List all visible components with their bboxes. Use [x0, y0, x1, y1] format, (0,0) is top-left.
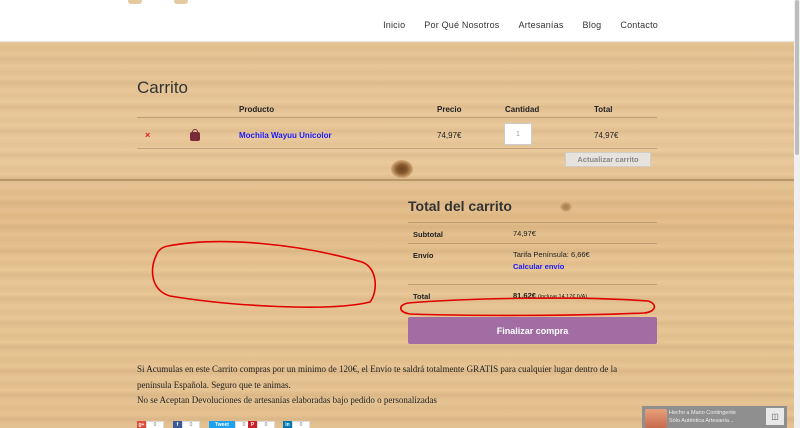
- page-title: Carrito: [137, 78, 189, 97]
- header-product: Producto: [239, 105, 275, 114]
- header-quantity: Cantidad: [505, 105, 540, 114]
- share-twitter[interactable]: Tweet 0: [209, 421, 253, 428]
- nav-por-que-nosotros[interactable]: Por Qué Nosotros: [424, 20, 499, 30]
- header-total: Total: [594, 105, 613, 114]
- nav-contacto[interactable]: Contacto: [620, 20, 658, 30]
- share-count: 0: [257, 421, 275, 428]
- share-count: 0: [182, 421, 200, 428]
- share-linkedin[interactable]: in 0: [283, 421, 310, 428]
- main-nav: Inicio Por Qué Nosotros Artesanías Blog …: [383, 20, 658, 30]
- site-header: Inicio Por Qué Nosotros Artesanías Blog …: [0, 0, 800, 42]
- table-divider: [137, 117, 657, 118]
- totals-divider: [408, 284, 657, 285]
- total-value-wrap: 81,62€ (incluye 14,17€ IVA): [513, 291, 587, 300]
- nav-artesanias[interactable]: Artesanías: [519, 20, 564, 30]
- twitter-icon: Tweet: [209, 421, 235, 428]
- shipping-promo-text-2: península Española. Seguro que te animas…: [137, 380, 291, 390]
- shipping-value: Tarifa Península: 6,66€: [513, 250, 590, 259]
- share-googleplus[interactable]: g+ 0: [137, 421, 164, 428]
- table-divider: [137, 148, 657, 149]
- subtotal-value: 74,97€: [513, 229, 536, 238]
- page-scrollbar[interactable]: [794, 0, 800, 428]
- share-count: 0: [292, 421, 310, 428]
- cart-totals-title: Total del carrito: [408, 198, 512, 214]
- shipping-label: Envío: [413, 251, 434, 260]
- total-label: Total: [413, 292, 431, 301]
- calculate-shipping-link[interactable]: Calcular envío: [513, 262, 564, 271]
- product-thumbnail[interactable]: [189, 129, 201, 141]
- totals-divider: [408, 222, 657, 223]
- remove-item-icon[interactable]: ×: [145, 130, 150, 140]
- window-icon[interactable]: ◫: [766, 408, 784, 425]
- total-value: 81,62€: [513, 291, 536, 300]
- share-facebook[interactable]: f 0: [173, 421, 200, 428]
- returns-policy-text: No se Aceptan Devoluciones de artesanías…: [137, 395, 437, 405]
- header-price: Precio: [437, 105, 462, 114]
- subtotal-label: Subtotal: [413, 230, 443, 239]
- plank-divider: [0, 179, 800, 181]
- nav-inicio[interactable]: Inicio: [383, 20, 405, 30]
- update-cart-button[interactable]: Actualizar carrito: [565, 152, 651, 167]
- checkout-button[interactable]: Finalizar compra: [408, 317, 657, 344]
- wood-knot: [391, 160, 413, 178]
- popup-line-2: Sólo Auténtica Artesanía...: [669, 418, 734, 424]
- item-price: 74,97€: [437, 131, 462, 140]
- pinterest-icon: P: [248, 421, 257, 428]
- scrollbar-thumb[interactable]: [795, 0, 799, 155]
- linkedin-icon: in: [283, 421, 292, 428]
- item-total: 74,97€: [594, 131, 619, 140]
- wood-knot: [560, 202, 572, 212]
- popup-line-1: Hecho a Mano Contingente: [669, 410, 736, 416]
- facebook-icon: f: [173, 421, 182, 428]
- shipping-promo-text: Si Acumulas en este Carrito compras por …: [137, 364, 618, 374]
- vat-note: (incluye 14,17€ IVA): [538, 294, 588, 300]
- quantity-input[interactable]: 1: [504, 123, 532, 145]
- share-pinterest[interactable]: P 0: [248, 421, 275, 428]
- logo[interactable]: [128, 0, 188, 4]
- share-count: 0: [146, 421, 164, 428]
- product-name-link[interactable]: Mochila Wayuu Unicolor: [239, 131, 332, 140]
- popup-thumbnail: [645, 409, 667, 428]
- totals-divider: [408, 243, 657, 244]
- googleplus-icon: g+: [137, 421, 146, 428]
- recent-sale-popup[interactable]: Hecho a Mano Contingente Sólo Auténtica …: [642, 406, 787, 428]
- nav-blog[interactable]: Blog: [583, 20, 602, 30]
